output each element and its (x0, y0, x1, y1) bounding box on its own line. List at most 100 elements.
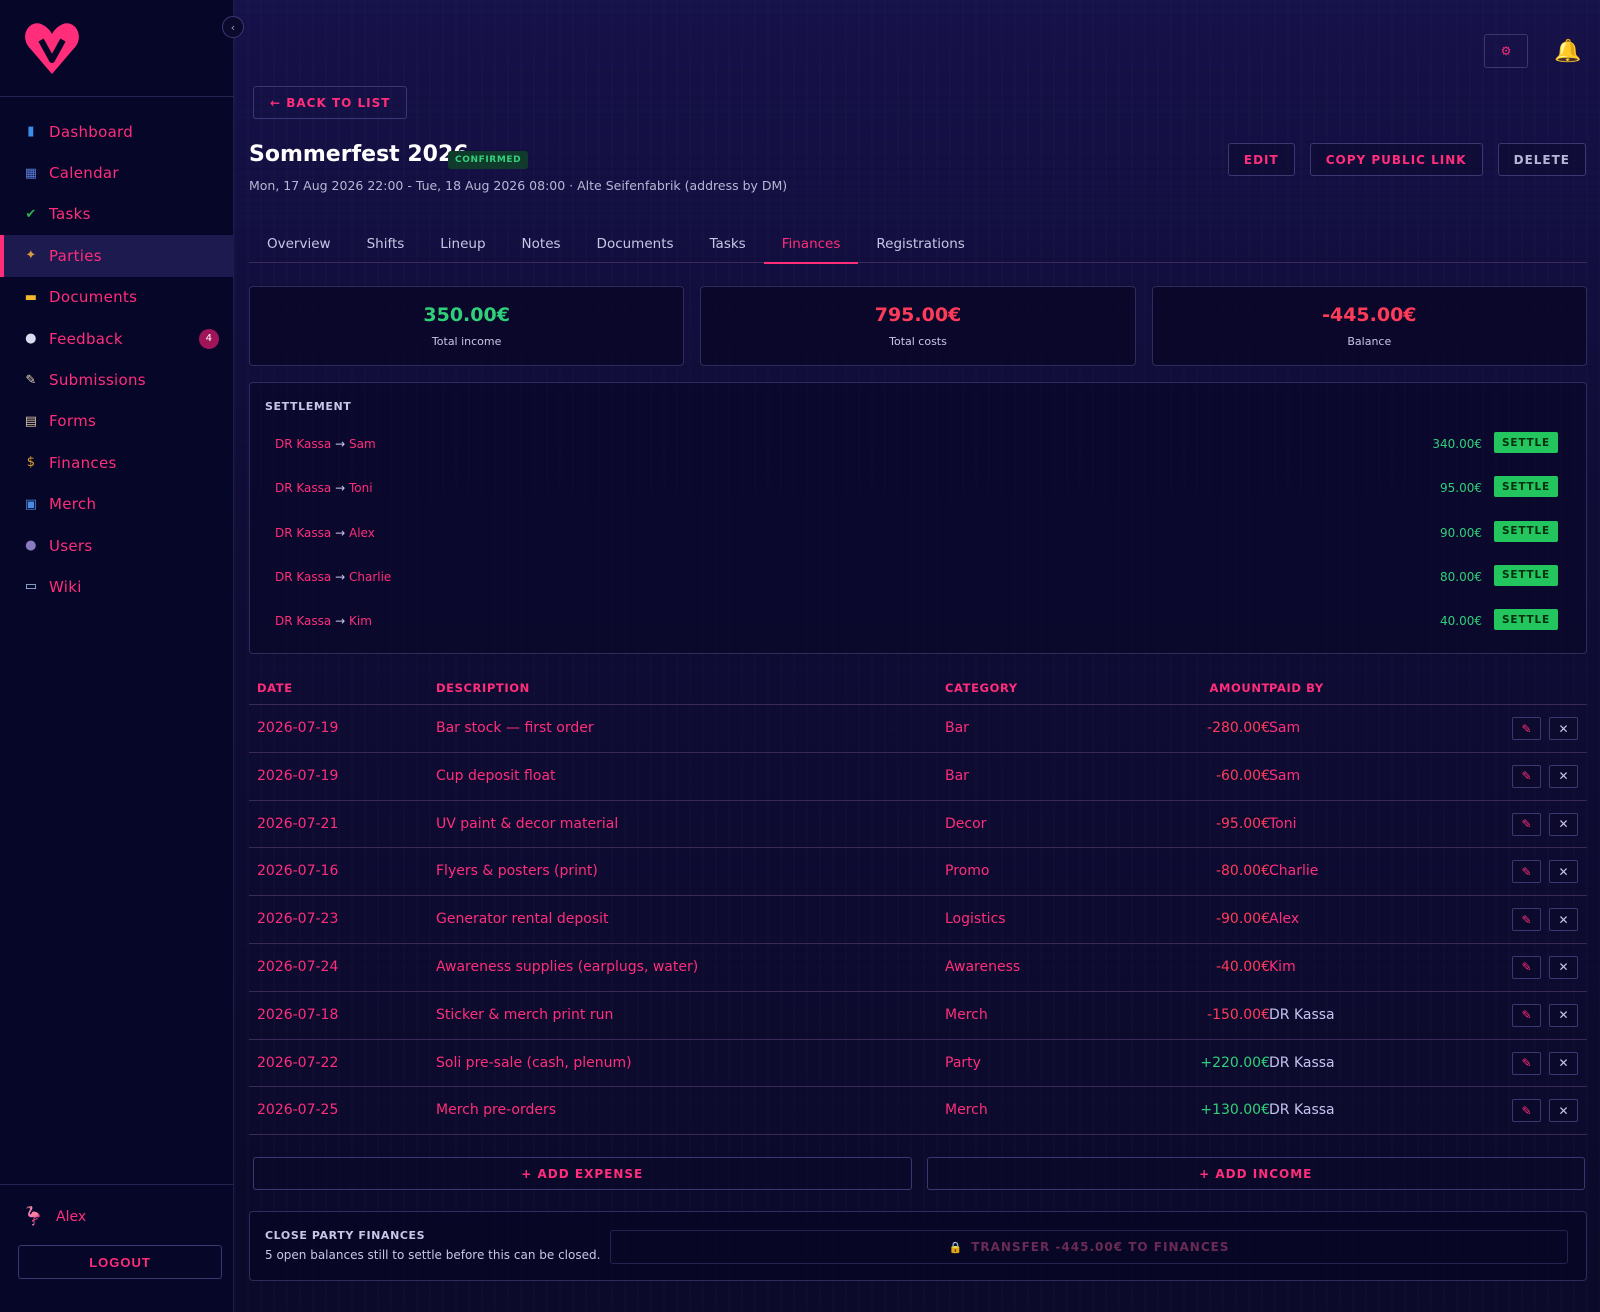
settlement-row: DR Kassa → Toni 95.00€ SETTLE (250, 467, 1586, 511)
tab-tasks[interactable]: Tasks (692, 224, 764, 263)
edit-row-button[interactable]: ✎ (1512, 812, 1541, 836)
add-expense-button[interactable]: + ADD EXPENSE (253, 1157, 912, 1190)
settle-button[interactable]: SETTLE (1494, 609, 1558, 631)
delete-row-button[interactable]: ✕ (1549, 1003, 1578, 1027)
logout-button[interactable]: LOGOUT (18, 1245, 222, 1279)
column-header-paid-by[interactable]: PAID BY (1269, 681, 1324, 695)
settle-button[interactable]: SETTLE (1494, 432, 1558, 453)
sidebar-item-tasks[interactable]: ✔ Tasks (0, 194, 234, 235)
close-icon: ✕ (1558, 769, 1569, 784)
back-to-list-button[interactable]: ← BACK TO LIST (253, 86, 408, 119)
bell-icon[interactable]: 🔔 (1554, 39, 1581, 64)
delete-row-button[interactable]: ✕ (1549, 812, 1578, 836)
tab-notes[interactable]: Notes (504, 224, 579, 263)
table-row: 2026-07-19 Cup deposit float Bar -60.00€ Sam… (249, 753, 1587, 801)
delete-row-button[interactable]: ✕ (1549, 764, 1578, 788)
sidebar-item-feedback[interactable]: ● Feedback 4 (0, 318, 234, 359)
table-body: 2026-07-19 Bar stock — first order Bar -280… (249, 705, 1587, 1136)
arrow-right-icon: → (335, 481, 346, 496)
settlement-amount: 340.00€ (1432, 437, 1482, 451)
column-header-date[interactable]: DATE (257, 681, 293, 695)
tab-finances[interactable]: Finances (763, 224, 859, 264)
tab-bar: Overview Shifts Lineup Notes Documents Tasks F… (249, 224, 1587, 264)
edit-row-button[interactable]: ✎ (1512, 1051, 1541, 1075)
delete-row-button[interactable]: ✕ (1549, 717, 1578, 740)
checkbox-icon: ✔ (25, 206, 37, 222)
flamingo-avatar-icon: 🦩 (22, 1206, 45, 1227)
settlement-to: Charlie (348, 569, 392, 584)
user-name: Alex (56, 1209, 87, 1225)
heart-logo-icon[interactable] (24, 18, 80, 76)
sidebar-item-label: Calendar (49, 164, 119, 183)
tab-overview[interactable]: Overview (249, 224, 349, 263)
cell-paid-by: Sam (1269, 767, 1301, 784)
settle-button[interactable]: SETTLE (1494, 476, 1558, 498)
sidebar-item-forms[interactable]: ▤ Forms (0, 401, 234, 442)
header-actions: EDIT COPY PUBLIC LINK DELETE (1227, 143, 1586, 176)
edit-row-button[interactable]: ✎ (1512, 908, 1541, 932)
sidebar-item-parties[interactable]: ✦ Parties (0, 235, 234, 277)
sidebar-item-merch[interactable]: ▣ Merch (0, 484, 234, 525)
cell-date: 2026-07-21 (257, 815, 339, 832)
tab-lineup[interactable]: Lineup (422, 224, 503, 263)
delete-button[interactable]: DELETE (1497, 143, 1586, 176)
edit-row-button[interactable]: ✎ (1512, 764, 1541, 788)
edit-row-button[interactable]: ✎ (1512, 717, 1541, 740)
sidebar-item-label: Tasks (49, 205, 91, 224)
close-icon: ✕ (1558, 864, 1569, 879)
delete-row-button[interactable]: ✕ (1549, 908, 1578, 932)
settlement-amount: 90.00€ (1440, 525, 1482, 540)
delete-row-button[interactable]: ✕ (1549, 1051, 1578, 1075)
sidebar-item-users[interactable]: ● Users (0, 525, 234, 566)
tab-documents[interactable]: Documents (579, 224, 692, 263)
settlement-parties: DR Kassa → Kim (275, 614, 372, 628)
sidebar-item-submissions[interactable]: ✎ Submissions (0, 359, 234, 400)
settings-button[interactable]: ⚙ (1484, 34, 1528, 68)
edit-row-button[interactable]: ✎ (1512, 955, 1541, 979)
cell-category: Logistics (945, 911, 1006, 928)
memo-icon: ✎ (25, 372, 37, 388)
cell-description: Soli pre-sale (cash, plenum) (436, 1054, 632, 1071)
edit-button[interactable]: EDIT (1227, 143, 1295, 176)
sidebar-item-label: Documents (49, 288, 138, 307)
sidebar-item-calendar[interactable]: ▦ Calendar (0, 152, 234, 193)
sidebar-item-finances[interactable]: $ Finances (0, 442, 234, 483)
cell-paid-by: DR Kassa (1269, 1054, 1335, 1071)
settlement-to: Alex (348, 525, 375, 540)
column-header-description[interactable]: DESCRIPTION (436, 681, 530, 695)
column-header-category[interactable]: CATEGORY (945, 681, 1018, 695)
settlement-row: DR Kassa → Alex 90.00€ SETTLE (250, 512, 1586, 556)
cell-date: 2026-07-25 (257, 1102, 339, 1119)
transfer-to-finances-button[interactable]: 🔒 TRANSFER -445.00€ TO FINANCES (610, 1230, 1568, 1264)
sidebar-divider (0, 1184, 234, 1185)
gear-icon: ⚙ (1500, 44, 1512, 58)
sidebar-item-dashboard[interactable]: ▮ Dashboard (0, 111, 234, 152)
cell-description: Flyers & posters (print) (436, 863, 598, 880)
edit-row-button[interactable]: ✎ (1512, 860, 1541, 884)
cell-amount: -280.00€ (1207, 720, 1270, 736)
settle-button[interactable]: SETTLE (1494, 564, 1558, 586)
pencil-icon: ✎ (1521, 1008, 1532, 1023)
settle-button[interactable]: SETTLE (1494, 520, 1558, 542)
delete-row-button[interactable]: ✕ (1549, 860, 1578, 884)
sidebar-item-wiki[interactable]: ▭ Wiki (0, 566, 234, 607)
column-header-amount[interactable]: AMOUNT (1209, 681, 1270, 695)
delete-row-button[interactable]: ✕ (1549, 955, 1578, 979)
tab-shifts[interactable]: Shifts (349, 224, 423, 263)
collapse-sidebar-button[interactable]: ‹ (222, 16, 244, 38)
pencil-icon: ✎ (1521, 1103, 1532, 1118)
edit-row-button[interactable]: ✎ (1512, 1099, 1541, 1123)
delete-row-button[interactable]: ✕ (1549, 1099, 1578, 1123)
money-bag-icon: $ (26, 455, 36, 471)
settlement-to: Sam (348, 437, 376, 451)
cell-paid-by: Sam (1269, 720, 1301, 736)
sidebar-item-documents[interactable]: ▬ Documents (0, 277, 234, 318)
user-profile[interactable]: 🦩 Alex (22, 1206, 86, 1228)
table-row: 2026-07-21 UV paint & decor material Decor… (249, 801, 1587, 849)
tab-registrations[interactable]: Registrations (858, 224, 982, 263)
speech-bubble-icon: ● (25, 331, 37, 347)
add-income-button[interactable]: + ADD INCOME (926, 1157, 1585, 1190)
edit-row-button[interactable]: ✎ (1512, 1003, 1541, 1027)
sidebar-nav: ▮ Dashboard ▦ Calendar ✔ Tasks ✦ Parties ▬ Docume… (0, 111, 234, 608)
copy-public-link-button[interactable]: COPY PUBLIC LINK (1309, 143, 1483, 176)
